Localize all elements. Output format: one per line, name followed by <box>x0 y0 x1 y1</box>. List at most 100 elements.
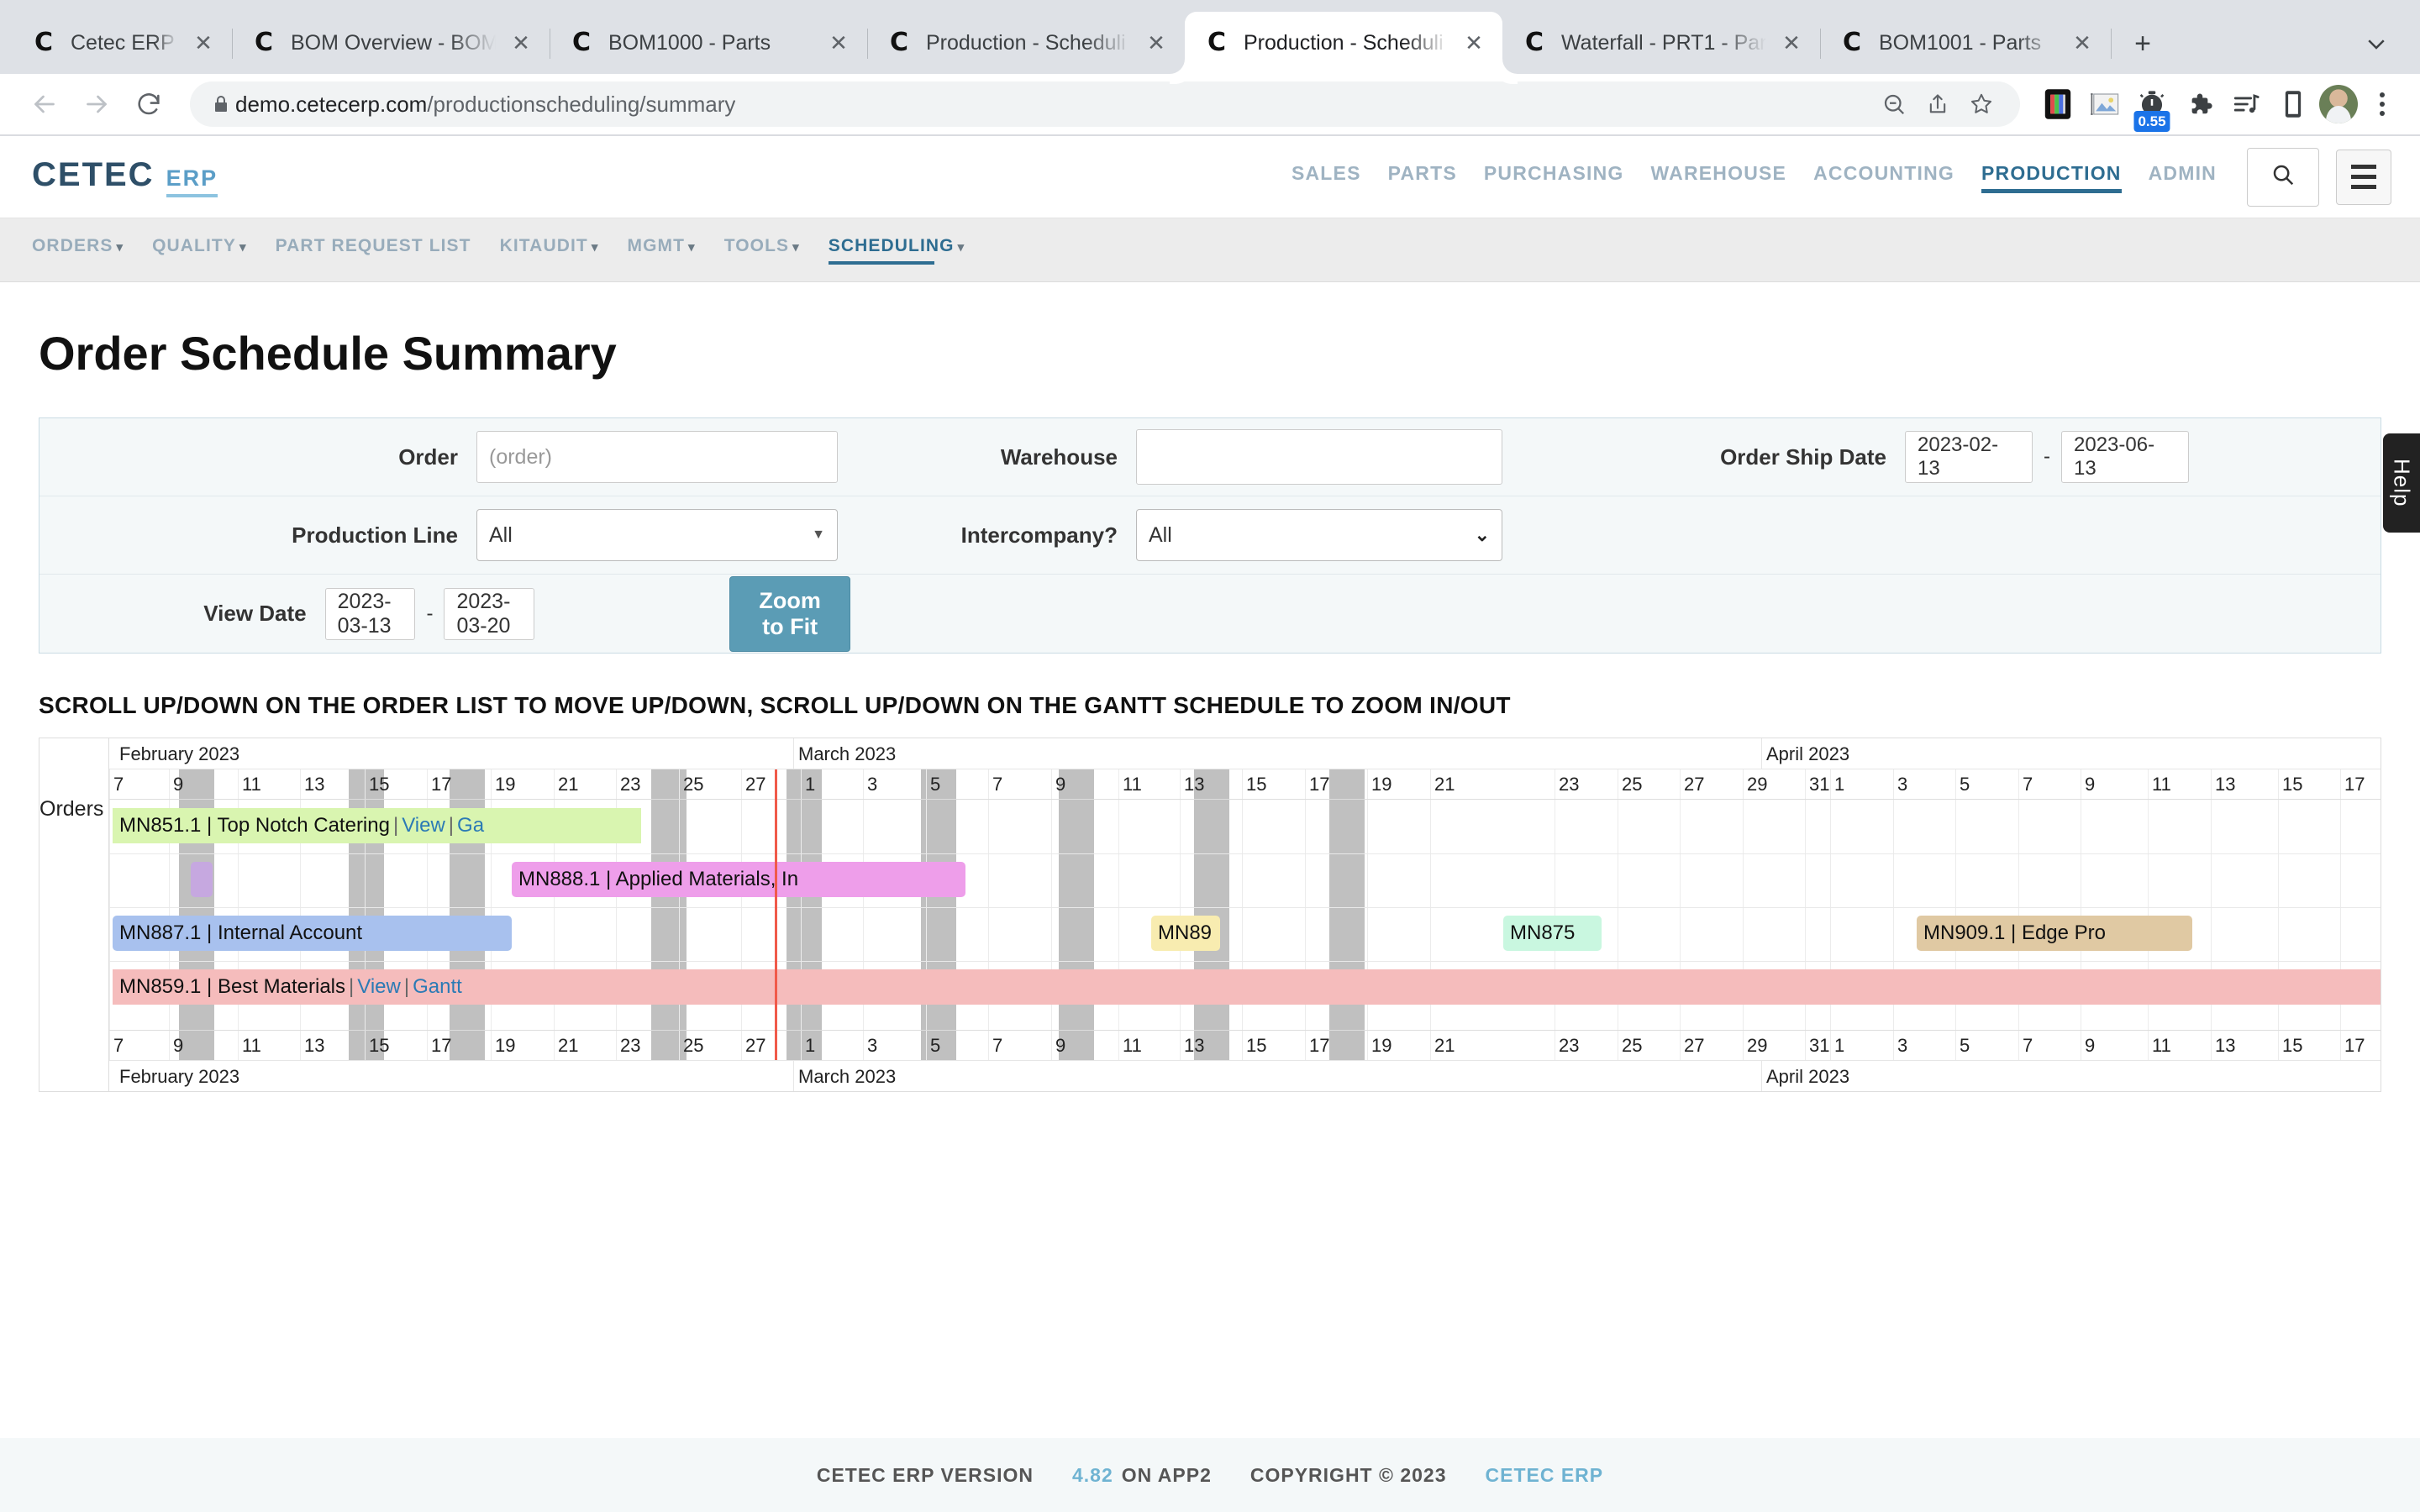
nav-parts[interactable]: PARTS <box>1388 162 1457 192</box>
cetec-erp-logo[interactable]: CETEC ERP <box>32 156 218 197</box>
address-bar[interactable]: demo.cetecerp.com/productionscheduling/s… <box>190 81 2020 127</box>
browser-tab[interactable]: C BOM1000 - Parts ✕ <box>550 12 867 74</box>
gantt-day-tick-label: 9 <box>2085 1035 2095 1057</box>
gantt-day-tick-label: 3 <box>1897 1035 1907 1057</box>
view-date-to-input[interactable]: 2023-03-20 <box>444 588 534 640</box>
intercompany-select[interactable]: All ⌄ <box>1136 509 1502 561</box>
subnav-scheduling[interactable]: SCHEDULING▾ <box>829 236 965 265</box>
nav-accounting[interactable]: ACCOUNTING <box>1813 162 1954 192</box>
avatar[interactable] <box>2319 85 2358 123</box>
gantt-bar[interactable]: MN851.1 | Top Notch Catering|View|Ga <box>113 808 641 843</box>
chevron-down-icon[interactable] <box>2354 22 2398 66</box>
playlist-extension-icon[interactable] <box>2225 83 2267 125</box>
gantt-bar-view-link[interactable]: View <box>357 975 401 999</box>
browser-toolbar: demo.cetecerp.com/productionscheduling/s… <box>0 74 2420 134</box>
screenshot-extension-icon[interactable] <box>2084 83 2126 125</box>
gantt-day-tick-label: 15 <box>2282 774 2302 795</box>
star-icon[interactable] <box>1960 82 2003 126</box>
browser-tab[interactable]: C Production - Scheduli ✕ <box>867 12 1185 74</box>
nav-production[interactable]: PRODUCTION <box>1981 162 2122 192</box>
gantt-day-band-bottom: 7911131517192123252713579111315171921232… <box>109 1030 2381 1060</box>
gantt-bar[interactable]: MN89 <box>1151 916 1220 951</box>
date-range-dash: - <box>2033 445 2061 469</box>
zoom-to-fit-button[interactable]: Zoom to Fit <box>729 576 850 652</box>
warehouse-input[interactable] <box>1136 429 1502 485</box>
gantt-bar-view-link[interactable]: View <box>402 814 445 837</box>
browser-tab[interactable]: C BOM Overview - BOM ✕ <box>232 12 550 74</box>
nav-sales[interactable]: SALES <box>1292 162 1361 192</box>
browser-tab[interactable]: C Cetec ERP ✕ <box>12 12 232 74</box>
gantt-bar[interactable]: MN888.1 | Applied Materials, In <box>512 862 965 897</box>
footer-version-label: CETEC ERP VERSION <box>817 1464 1034 1487</box>
color-picker-extension-icon[interactable] <box>2037 83 2079 125</box>
order-ship-date-to-input[interactable]: 2023-06-13 <box>2061 431 2189 483</box>
intercompany-value: All <box>1149 523 1172 548</box>
gantt-bar-label: MN859.1 | Best Materials <box>119 975 345 999</box>
gantt-bar[interactable]: MN875 <box>1503 916 1602 951</box>
footer-version-group: 4.82 ON APP2 <box>1072 1464 1212 1487</box>
gantt-bar-gantt-link[interactable]: Ga <box>457 814 484 837</box>
gantt-chart[interactable]: Orders February 2023March 2023April 2023… <box>39 738 2381 1092</box>
gantt-day-tick-label: 17 <box>431 1035 451 1057</box>
gantt-bar[interactable]: MN909.1 | Edge Pro <box>1917 916 2192 951</box>
new-tab-button[interactable]: + <box>2121 22 2165 66</box>
chevron-down-icon: ⌄ <box>1475 524 1490 546</box>
zoom-out-icon[interactable] <box>1872 82 1916 126</box>
tab-close-icon[interactable]: ✕ <box>822 26 855 60</box>
subnav-mgmt[interactable]: MGMT▾ <box>627 236 695 265</box>
subnav-orders[interactable]: ORDERS▾ <box>32 236 124 265</box>
gantt-day-tick-label: 15 <box>1246 774 1266 795</box>
subnav-part-request-list[interactable]: PART REQUEST LIST <box>276 236 471 265</box>
gantt-bar[interactable] <box>191 862 213 897</box>
gantt-day-tick-label: 1 <box>805 1035 815 1057</box>
tab-close-icon[interactable]: ✕ <box>1457 26 1491 60</box>
gantt-month-separator <box>793 1061 794 1091</box>
tab-close-icon[interactable]: ✕ <box>1139 26 1173 60</box>
tab-close-icon[interactable]: ✕ <box>504 26 538 60</box>
stopwatch-extension-icon[interactable]: 0.55 <box>2131 83 2173 125</box>
production-line-select[interactable]: All ▼ <box>476 509 838 561</box>
gantt-bar[interactable]: MN887.1 | Internal Account <box>113 916 512 951</box>
nav-admin[interactable]: ADMIN <box>2149 162 2217 192</box>
filter-row-2: Production Line All ▼ Intercompany? All … <box>39 496 2381 575</box>
gantt-day-tick-label: 25 <box>683 1035 703 1057</box>
gantt-instruction-text: SCROLL UP/DOWN ON THE ORDER LIST TO MOVE… <box>39 692 2420 719</box>
gantt-day-tick-label: 15 <box>1246 1035 1266 1057</box>
browser-tab-active[interactable]: C Production - Scheduli ✕ <box>1185 12 1502 74</box>
subnav-tools[interactable]: TOOLS▾ <box>724 236 800 265</box>
browser-tab[interactable]: C Waterfall - PRT1 - Part ✕ <box>1502 12 1820 74</box>
gantt-day-band-top: 7911131517192123252713579111315171921232… <box>109 769 2381 800</box>
view-date-from-input[interactable]: 2023-03-13 <box>325 588 416 640</box>
order-ship-date-from-input[interactable]: 2023-02-13 <box>1905 431 2033 483</box>
kebab-menu-icon[interactable] <box>2363 82 2402 126</box>
gantt-day-tick-label: 25 <box>1622 1035 1642 1057</box>
gantt-day-tick-label: 17 <box>1309 1035 1329 1057</box>
browser-tab[interactable]: C BOM1001 - Parts ✕ <box>1820 12 2111 74</box>
tab-close-icon[interactable]: ✕ <box>1775 26 1808 60</box>
gantt-bar-label: MN875 <box>1510 921 1575 945</box>
search-button[interactable] <box>2247 148 2319 207</box>
gantt-bar-gantt-link[interactable]: Gantt <box>413 975 462 999</box>
help-tab-button[interactable]: Help <box>2383 433 2420 533</box>
order-ship-date-label: Order Ship Date <box>1611 444 1905 470</box>
order-input[interactable]: (order) <box>476 431 838 483</box>
gantt-bar[interactable]: MN859.1 | Best Materials|View|Gantt <box>113 969 2381 1005</box>
hamburger-menu-icon[interactable] <box>2336 150 2391 205</box>
tab-close-icon[interactable]: ✕ <box>2065 26 2099 60</box>
gantt-row-header-column: Orders <box>39 738 109 1091</box>
gantt-canvas[interactable]: February 2023March 2023April 2023May 202… <box>109 738 2381 1091</box>
forward-arrow-icon[interactable] <box>71 78 123 130</box>
footer-brand-link[interactable]: CETEC ERP <box>1486 1464 1604 1487</box>
puzzle-extensions-icon[interactable] <box>2178 83 2220 125</box>
gantt-row-separator <box>109 961 2381 962</box>
nav-purchasing[interactable]: PURCHASING <box>1484 162 1624 192</box>
share-icon[interactable] <box>1916 82 1960 126</box>
chevron-down-icon: ▾ <box>592 240 599 255</box>
tab-close-icon[interactable]: ✕ <box>187 26 220 60</box>
reload-icon[interactable] <box>123 78 175 130</box>
nav-warehouse[interactable]: WAREHOUSE <box>1651 162 1787 192</box>
device-toolbar-icon[interactable] <box>2272 83 2314 125</box>
back-arrow-icon[interactable] <box>18 78 71 130</box>
subnav-quality[interactable]: QUALITY▾ <box>152 236 247 265</box>
subnav-kitaudit[interactable]: KITAUDIT▾ <box>500 236 599 265</box>
